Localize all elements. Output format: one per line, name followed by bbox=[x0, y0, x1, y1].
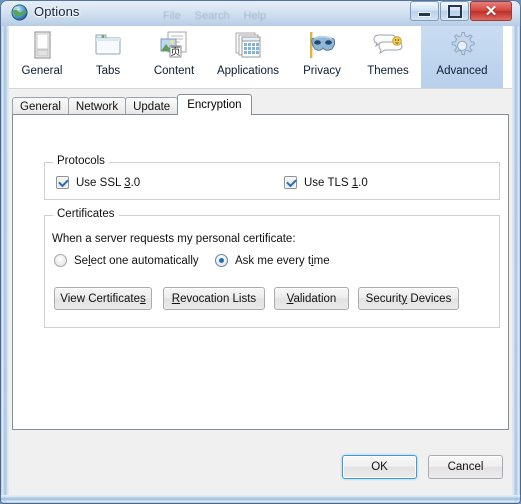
privacy-mask-icon bbox=[305, 30, 339, 62]
ghost-text-1: Search bbox=[194, 10, 230, 22]
toolbar-label-advanced: Advanced bbox=[436, 65, 488, 77]
sub-tab-update[interactable]: Update bbox=[125, 97, 179, 115]
revocation-lists-post: evocation Lists bbox=[180, 292, 257, 305]
dialog-footer: OK Cancel bbox=[9, 430, 512, 495]
category-toolbar: General Tabs 页 Content Applications Priv… bbox=[9, 26, 512, 89]
minimize-icon bbox=[411, 2, 438, 20]
toolbar-item-themes[interactable]: Themes bbox=[355, 26, 421, 88]
minimize-button[interactable] bbox=[410, 1, 439, 21]
view-certificates-pre: View Certificate bbox=[60, 292, 140, 305]
toolbar-label-tabs: Tabs bbox=[95, 65, 121, 77]
toolbar-label-privacy: Privacy bbox=[303, 65, 341, 77]
select-automatically-label: Select one automatically bbox=[74, 255, 199, 267]
security-devices-pre: Securit bbox=[365, 292, 402, 305]
sub-tab-network[interactable]: Network bbox=[67, 97, 127, 115]
certificates-note: When a server requests my personal certi… bbox=[52, 233, 296, 245]
applications-icon bbox=[232, 30, 264, 62]
view-certificates-button[interactable]: View Certificates bbox=[54, 287, 152, 310]
toolbar-label-general: General bbox=[21, 65, 63, 77]
use-ssl-label-pre: Use SSL bbox=[76, 176, 125, 189]
security-devices-post: Devices bbox=[407, 292, 452, 305]
ask-every-time-radio[interactable] bbox=[215, 254, 228, 267]
options-dialog-window: Options File Search Help ✕ General Tabs … bbox=[0, 0, 521, 504]
toolbar-item-general[interactable]: General bbox=[9, 26, 75, 88]
cancel-button[interactable]: Cancel bbox=[428, 455, 503, 479]
certificates-groupbox: Certificates bbox=[44, 208, 500, 328]
maximize-button[interactable] bbox=[440, 1, 469, 21]
view-certificates-label: View Certificates bbox=[60, 293, 145, 305]
security-devices-label: Security Devices bbox=[366, 293, 452, 305]
select-automatically-radio[interactable] bbox=[54, 254, 67, 267]
ghost-text-2: Help bbox=[243, 10, 267, 22]
view-certificates-accel: s bbox=[139, 292, 146, 305]
use-tls-label-post: .0 bbox=[358, 176, 368, 189]
window-border-bottom bbox=[0, 495, 521, 504]
use-tls-label-pre: Use TLS bbox=[304, 176, 352, 189]
content-icon: 页 bbox=[159, 30, 189, 62]
use-ssl-checkbox[interactable] bbox=[56, 176, 69, 189]
use-tls-checkbox-row[interactable]: Use TLS 1.0 bbox=[284, 176, 368, 189]
themes-icon bbox=[371, 30, 405, 62]
dialog-client-area: General Tabs 页 Content Applications Priv… bbox=[9, 26, 512, 495]
ask-every-time-label-post: me bbox=[313, 254, 330, 267]
toolbar-label-themes: Themes bbox=[367, 65, 409, 77]
use-ssl-checkbox-row[interactable]: Use SSL 3.0 bbox=[56, 176, 140, 189]
toolbar-label-applications: Applications bbox=[216, 65, 279, 77]
toolbar-item-privacy[interactable]: Privacy bbox=[289, 26, 355, 88]
close-button[interactable]: ✕ bbox=[470, 1, 512, 21]
toolbar-item-content[interactable]: 页 Content bbox=[141, 26, 207, 88]
validation-post: alidation bbox=[293, 292, 337, 305]
select-automatically-label-pre: Se bbox=[74, 254, 89, 267]
validation-button[interactable]: Validation bbox=[274, 287, 349, 310]
window-border-left bbox=[0, 26, 9, 504]
select-automatically-label-post: ect one automatically bbox=[90, 254, 199, 267]
window-border-right bbox=[512, 26, 521, 504]
validation-label: Validation bbox=[287, 293, 337, 305]
toolbar-item-applications[interactable]: Applications bbox=[207, 26, 289, 88]
use-ssl-label-post: .0 bbox=[130, 176, 141, 189]
encryption-tab-panel: Protocols Use SSL 3.0 Use TLS 1.0 Certif… bbox=[12, 114, 509, 430]
sub-tab-general[interactable]: General bbox=[12, 97, 69, 115]
ok-button[interactable]: OK bbox=[342, 455, 417, 479]
ask-every-time-radio-row[interactable]: Ask me every time bbox=[215, 254, 330, 267]
window-title: Options bbox=[34, 4, 80, 19]
gear-icon bbox=[446, 30, 478, 62]
svg-text:页: 页 bbox=[171, 46, 181, 58]
certificates-group-title: Certificates bbox=[53, 208, 119, 220]
general-icon bbox=[27, 30, 57, 62]
sub-tab-strip: General Network Update Encryption bbox=[12, 94, 509, 115]
ghost-text-0: File bbox=[163, 10, 181, 22]
ask-every-time-label: Ask me every time bbox=[235, 255, 330, 267]
use-tls-checkbox[interactable] bbox=[284, 176, 297, 189]
protocols-group-title: Protocols bbox=[53, 155, 109, 167]
tabs-icon bbox=[93, 30, 123, 62]
revocation-lists-button[interactable]: Revocation Lists bbox=[163, 287, 265, 310]
maximize-icon bbox=[441, 2, 468, 20]
glass-ghost-content: File Search Help bbox=[163, 6, 393, 22]
revocation-lists-accel: R bbox=[171, 292, 181, 305]
close-icon: ✕ bbox=[484, 3, 498, 20]
use-ssl-label: Use SSL 3.0 bbox=[76, 177, 140, 189]
globe-icon bbox=[11, 4, 28, 21]
toolbar-label-content: Content bbox=[153, 65, 195, 77]
select-automatically-radio-row[interactable]: Select one automatically bbox=[54, 254, 199, 267]
title-bar[interactable]: Options File Search Help ✕ bbox=[0, 0, 521, 26]
revocation-lists-label: Revocation Lists bbox=[172, 293, 256, 305]
security-devices-button[interactable]: Security Devices bbox=[358, 287, 459, 310]
toolbar-item-advanced[interactable]: Advanced bbox=[421, 26, 503, 88]
sub-tab-encryption[interactable]: Encryption bbox=[177, 94, 252, 115]
use-tls-label: Use TLS 1.0 bbox=[304, 177, 368, 189]
toolbar-item-tabs[interactable]: Tabs bbox=[75, 26, 141, 88]
ask-every-time-label-pre: Ask me every t bbox=[235, 254, 312, 267]
